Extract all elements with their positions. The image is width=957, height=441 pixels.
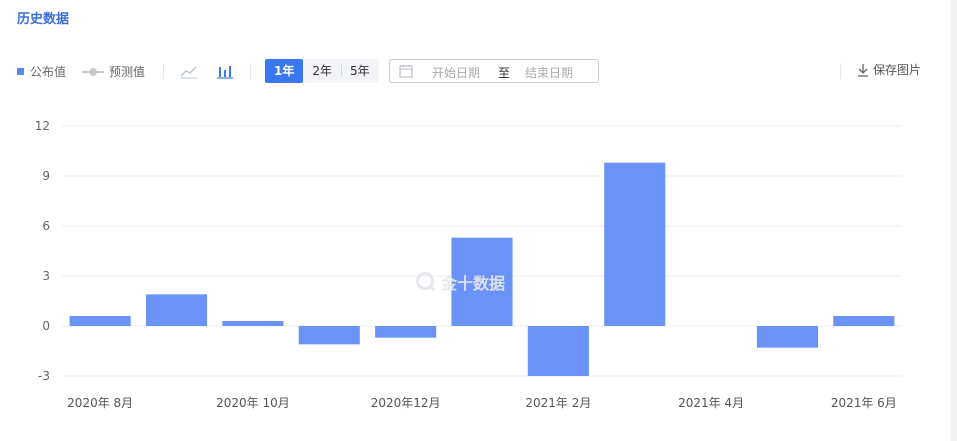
y-tick-label: 3 [42,269,50,283]
x-tick-label: 2021年 6月 [831,396,897,410]
date-separator: 至 [498,66,511,80]
line-chart-icon[interactable] [179,61,199,81]
bar [375,326,437,338]
legend-forecast-label: 预测值 [109,65,146,79]
section-title: 历史数据 [17,12,70,27]
bar [298,326,360,345]
x-tick-label: 2020年12月 [371,396,441,410]
bar [833,316,895,326]
bar [527,326,589,376]
y-tick-label: 0 [42,319,50,333]
range-selector: 1年 2年 5年 [265,59,379,83]
y-tick-label: 9 [42,169,50,183]
range-2y-button[interactable]: 2年 [303,59,341,83]
y-tick-label: -3 [38,369,50,383]
legend-square-icon [17,68,24,75]
bar [604,162,666,326]
toolbar-divider [163,63,164,79]
end-date-input[interactable]: 结束日期 [525,64,573,81]
download-icon [858,63,868,77]
x-tick-label: 2021年 4月 [678,396,744,410]
y-tick-label: 12 [35,119,50,133]
toolbar-divider [840,63,841,79]
history-data-panel: 历史数据 公布值 预测值 1年 2年 5年 开始日期 至 结束日期 保存图片 1… [0,0,957,441]
save-image-button[interactable]: 保存图片 [856,61,921,78]
date-range-picker[interactable]: 开始日期 至 结束日期 [389,59,599,83]
toolbar-divider [250,63,251,79]
chart-toolbar: 公布值 预测值 1年 2年 5年 开始日期 至 结束日期 保存图片 [0,59,950,83]
bar [222,321,284,326]
bar-chart-icon[interactable] [215,61,235,81]
bar-chart: 12 9 6 3 0 -3 2020年 8月 2020年 10月 2020年12月 2021年 2… [35,119,902,410]
y-tick-label: 6 [42,219,50,233]
legend-forecast[interactable]: 预测值 [82,63,145,80]
x-tick-label: 2020年 8月 [67,396,133,410]
legend-published-label: 公布值 [30,65,67,79]
watermark-text: 金十数据 [441,274,506,293]
watermark: 金十数据 [415,270,505,294]
range-1y-button[interactable]: 1年 [265,59,304,83]
x-tick-label: 2020年 10月 [216,396,290,410]
legend-published[interactable]: 公布值 [17,63,66,80]
calendar-icon [399,64,413,78]
legend-line-icon [82,67,104,76]
save-image-label: 保存图片 [873,63,922,77]
start-date-input[interactable]: 开始日期 [432,64,480,81]
scrollbar-track[interactable] [950,0,957,441]
range-5y-button[interactable]: 5年 [341,59,379,83]
bar [69,316,131,326]
watermark-logo-icon [416,272,436,292]
bar [146,294,208,326]
bar [756,326,818,348]
x-tick-label: 2021年 2月 [525,396,591,410]
